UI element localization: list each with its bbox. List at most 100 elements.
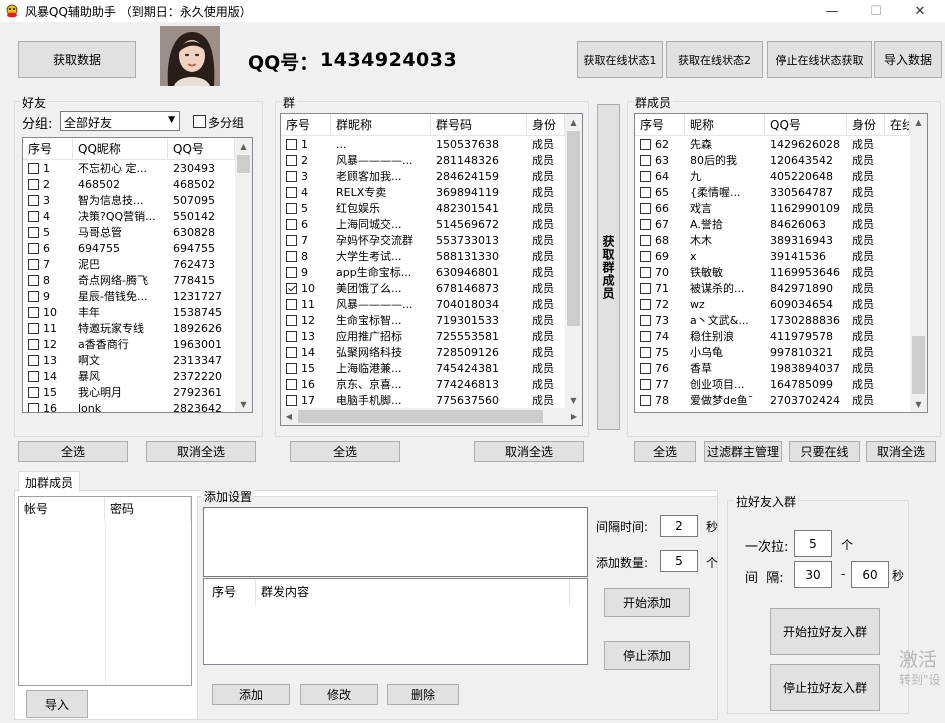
row-checkbox[interactable] — [640, 315, 651, 326]
scroll-left-icon[interactable]: ◀ — [281, 408, 297, 425]
list-item[interactable]: 1... 150537638 成员 — [281, 137, 565, 153]
row-checkbox[interactable] — [640, 139, 651, 150]
stop-pull-button[interactable]: 停止拉好友入群 — [770, 664, 880, 711]
list-item[interactable]: 16 京东、京喜... 774246813 成员 — [281, 377, 565, 393]
groups-select-all-button[interactable]: 全选 — [290, 441, 400, 462]
row-checkbox[interactable] — [286, 251, 297, 262]
count-input[interactable]: 5 — [660, 550, 698, 572]
members-deselect-all-button[interactable]: 取消全选 — [866, 441, 936, 462]
row-checkbox[interactable] — [640, 331, 651, 342]
column-header[interactable]: 帐号 — [19, 497, 105, 521]
list-item[interactable]: 76 香草 1983894037 成员 — [635, 361, 885, 377]
row-checkbox[interactable] — [640, 363, 651, 374]
delete-message-button[interactable]: 删除 — [387, 684, 459, 705]
list-item[interactable]: 12 a香香商行 1963001 — [23, 337, 235, 353]
row-checkbox[interactable] — [28, 387, 39, 398]
row-checkbox[interactable] — [286, 139, 297, 150]
row-checkbox[interactable] — [640, 267, 651, 278]
column-header[interactable]: QQ昵称 — [73, 138, 168, 160]
list-item[interactable]: 73 a丶文武&... 1730288836 成员 — [635, 313, 885, 329]
column-header[interactable]: 序号 — [23, 138, 73, 160]
scroll-up-icon[interactable]: ▲ — [565, 114, 582, 130]
interval-input[interactable]: 2 — [660, 515, 698, 537]
add-message-button[interactable]: 添加 — [212, 684, 290, 705]
row-checkbox[interactable] — [640, 283, 651, 294]
row-checkbox[interactable] — [28, 227, 39, 238]
start-pull-button[interactable]: 开始拉好友入群 — [770, 608, 880, 655]
row-checkbox[interactable] — [640, 395, 651, 406]
stop-add-button[interactable]: 停止添加 — [604, 641, 690, 670]
online-status-1-button[interactable]: 获取在线状态1 — [577, 41, 663, 78]
list-item[interactable]: 1 不忘初心 定... 230493 — [23, 161, 235, 177]
accounts-list[interactable]: 帐号 密码 — [18, 496, 192, 686]
row-checkbox[interactable] — [286, 315, 297, 326]
list-item[interactable]: 66 戏言 1162990109 成员 — [635, 201, 885, 217]
list-item[interactable]: 2 468502 468502 — [23, 177, 235, 193]
list-item[interactable]: 10 丰年 1538745 — [23, 305, 235, 321]
groups-list[interactable]: 序号 群昵称 群号码 身份 1... 150537638 成员 2 风暴————... 2… — [280, 113, 583, 426]
column-header[interactable]: 身份 — [847, 114, 885, 136]
tab-add-members[interactable]: 加群成员 — [18, 471, 80, 492]
list-item[interactable]: 10 美团饿了么... 678146873 成员 — [281, 281, 565, 297]
row-checkbox[interactable] — [28, 355, 39, 366]
column-header[interactable]: 序号 — [281, 114, 331, 136]
row-checkbox[interactable] — [286, 363, 297, 374]
scroll-thumb[interactable] — [567, 131, 580, 326]
row-checkbox[interactable] — [286, 219, 297, 230]
stop-online-status-button[interactable]: 停止在线状态获取 — [767, 41, 872, 78]
row-checkbox[interactable] — [28, 291, 39, 302]
friends-list[interactable]: 序号 QQ昵称 QQ号 1 不忘初心 定... 230493 2 468502 46850… — [22, 137, 253, 413]
row-checkbox[interactable] — [640, 203, 651, 214]
scroll-down-icon[interactable]: ▼ — [235, 396, 252, 412]
list-item[interactable]: 68 木木 389316943 成员 — [635, 233, 885, 249]
row-checkbox[interactable] — [28, 179, 39, 190]
row-checkbox[interactable] — [286, 283, 297, 294]
members-vscroll[interactable]: ▲ ▼ — [910, 114, 927, 412]
list-item[interactable]: 9 星辰-借钱免... 1231727 — [23, 289, 235, 305]
column-header[interactable]: 密码 — [105, 497, 191, 521]
members-list[interactable]: 序号 昵称 QQ号 身份 在线 62 先森 1429626028 成员 63 80后的我 1… — [634, 113, 928, 413]
scroll-thumb[interactable] — [298, 410, 543, 423]
online-status-2-button[interactable]: 获取在线状态2 — [666, 41, 763, 78]
groups-vscroll[interactable]: ▲ ▼ — [565, 114, 582, 408]
list-item[interactable]: 3 老顾客加我... 284624159 成员 — [281, 169, 565, 185]
row-checkbox[interactable] — [640, 299, 651, 310]
row-checkbox[interactable] — [28, 243, 39, 254]
pull-interval-min-input[interactable]: 30 — [794, 561, 832, 588]
row-checkbox[interactable] — [286, 267, 297, 278]
list-item[interactable]: 5 红包娱乐 482301541 成员 — [281, 201, 565, 217]
list-item[interactable]: 6 上海同城交... 514569672 成员 — [281, 217, 565, 233]
row-checkbox[interactable] — [28, 403, 39, 412]
row-checkbox[interactable] — [640, 347, 651, 358]
row-checkbox[interactable] — [640, 379, 651, 390]
edit-message-button[interactable]: 修改 — [300, 684, 378, 705]
groups-hscroll[interactable]: ◀ ▶ — [281, 408, 582, 425]
row-checkbox[interactable] — [286, 331, 297, 342]
list-item[interactable]: 17 电脑手机脚... 775637560 成员 — [281, 393, 565, 409]
list-item[interactable]: 13 啊文 2313347 — [23, 353, 235, 369]
list-item[interactable]: 14 弘聚网络科技 728509126 成员 — [281, 345, 565, 361]
column-header[interactable]: 身份 — [527, 114, 565, 136]
list-item[interactable]: 9 app生命宝标... 630946801 成员 — [281, 265, 565, 281]
column-header[interactable]: 群昵称 — [331, 114, 431, 136]
groups-deselect-all-button[interactable]: 取消全选 — [474, 441, 584, 462]
multi-group-checkbox[interactable] — [193, 115, 206, 128]
list-item[interactable]: 12 生命宝标智... 719301533 成员 — [281, 313, 565, 329]
list-item[interactable]: 70 铁敏敏 1169953646 成员 — [635, 265, 885, 281]
row-checkbox[interactable] — [286, 395, 297, 406]
row-checkbox[interactable] — [640, 251, 651, 262]
row-checkbox[interactable] — [286, 171, 297, 182]
maximize-button[interactable]: ☐ — [854, 0, 898, 22]
row-checkbox[interactable] — [28, 259, 39, 270]
column-header[interactable]: 序号 — [204, 579, 256, 605]
list-item[interactable]: 13 应用推广招标 725553581 成员 — [281, 329, 565, 345]
list-item[interactable]: 69 x 39141536 成员 — [635, 249, 885, 265]
row-checkbox[interactable] — [640, 219, 651, 230]
members-select-all-button[interactable]: 全选 — [634, 441, 696, 462]
group-filter-select[interactable]: 全部好友 ▼ — [60, 111, 180, 131]
list-item[interactable]: 77 创业项目... 164785099 成员 — [635, 377, 885, 393]
list-item[interactable]: 67 A.誉拾 84626063 成员 — [635, 217, 885, 233]
fetch-members-button[interactable]: 获取群成员 — [597, 104, 620, 430]
list-item[interactable]: 3 智为信息技... 507095 — [23, 193, 235, 209]
row-checkbox[interactable] — [28, 339, 39, 350]
